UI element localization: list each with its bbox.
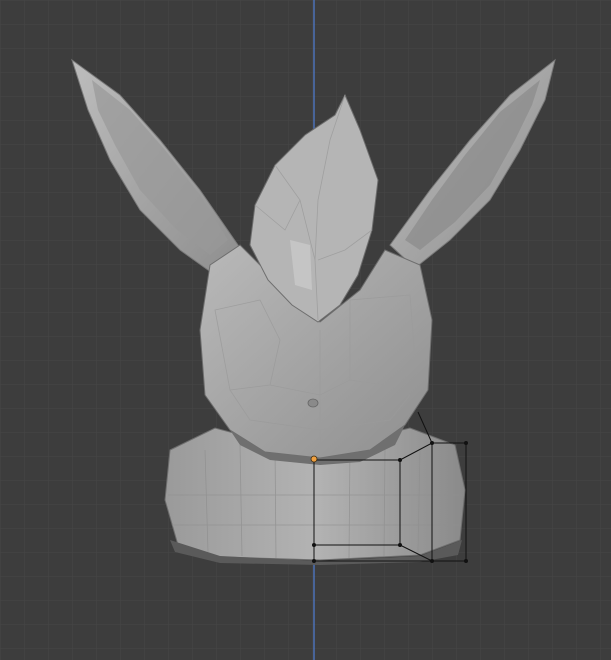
viewport-canvas[interactable] <box>0 0 611 660</box>
nose <box>307 398 319 408</box>
origin-point-icon[interactable] <box>310 455 318 463</box>
3d-viewport[interactable] <box>0 0 611 660</box>
